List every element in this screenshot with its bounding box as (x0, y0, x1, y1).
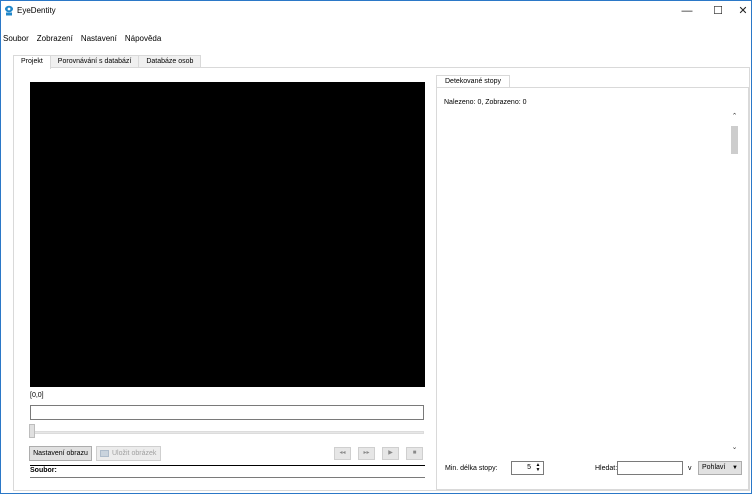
file-divider-bottom (30, 477, 425, 478)
stop-button[interactable]: ■ (406, 447, 423, 460)
menu-soubor[interactable]: Soubor (1, 32, 33, 46)
detected-tracks-pane: Nalezeno: 0, Zobrazeno: 0 ⌃ ⌄ Min. délka… (436, 87, 749, 490)
minimize-button[interactable]: — (671, 1, 703, 20)
window-title: EyeDentity (17, 6, 56, 15)
search-input[interactable] (617, 461, 683, 475)
tab-projekt[interactable]: Projekt (13, 55, 51, 69)
scroll-down-icon[interactable]: ⌄ (730, 443, 739, 452)
min-track-length-spinbox[interactable]: 5 ▲ ▼ (511, 461, 544, 475)
app-window: EyeDentity — ☐ ✕ Soubor Zobrazení Nastav… (0, 0, 752, 494)
file-label: Soubor: (30, 467, 57, 474)
timeline-slider-track[interactable] (30, 431, 424, 434)
found-count-text: Nalezeno: 0, Zobrazeno: 0 (444, 99, 527, 106)
fast-forward-button[interactable]: ▸▸ (358, 447, 375, 460)
menu-nastaveni[interactable]: Nastavení (77, 32, 121, 46)
scroll-up-icon[interactable]: ⌃ (730, 112, 739, 121)
scroll-thumb[interactable] (731, 126, 738, 154)
save-image-button[interactable]: Uložit obrázek (96, 446, 161, 461)
title-bar: EyeDentity — ☐ ✕ (1, 1, 751, 20)
menu-zobrazeni[interactable]: Zobrazení (33, 32, 77, 46)
close-button[interactable]: ✕ (727, 1, 752, 20)
menu-napoveda[interactable]: Nápověda (121, 32, 165, 46)
file-divider-top (30, 465, 425, 466)
search-label: Hledat: (595, 465, 618, 472)
chevron-down-icon: ▼ (732, 465, 738, 471)
min-track-length-value: 5 (527, 464, 531, 471)
min-track-length-label: Min. délka stopy: (445, 465, 498, 472)
save-image-label: Uložit obrázek (112, 450, 157, 457)
video-canvas[interactable] (30, 82, 425, 387)
search-in-label: v (688, 465, 692, 472)
coordinates-readout: [0,0] (30, 392, 44, 399)
image-icon (100, 449, 109, 457)
menu-bar: Soubor Zobrazení Nastavení Nápověda (1, 32, 751, 46)
search-field-select[interactable]: Pohlaví ▼ (698, 461, 742, 475)
play-button[interactable]: ▶ (382, 447, 399, 460)
eye-app-icon (5, 5, 13, 16)
frame-info-field[interactable] (30, 405, 424, 420)
search-field-select-value: Pohlaví (702, 464, 726, 471)
tracks-scrollbar[interactable]: ⌃ ⌄ (730, 112, 739, 452)
rewind-button[interactable]: ◂◂ (334, 447, 351, 460)
timeline-slider-thumb[interactable] (29, 424, 35, 438)
image-settings-button[interactable]: Nastavení obrazu (29, 446, 92, 461)
spin-arrows-icon[interactable]: ▲ ▼ (534, 463, 542, 473)
projekt-pane: [0,0] Nastavení obrazu Uložit obrázek ◂◂… (13, 67, 750, 491)
